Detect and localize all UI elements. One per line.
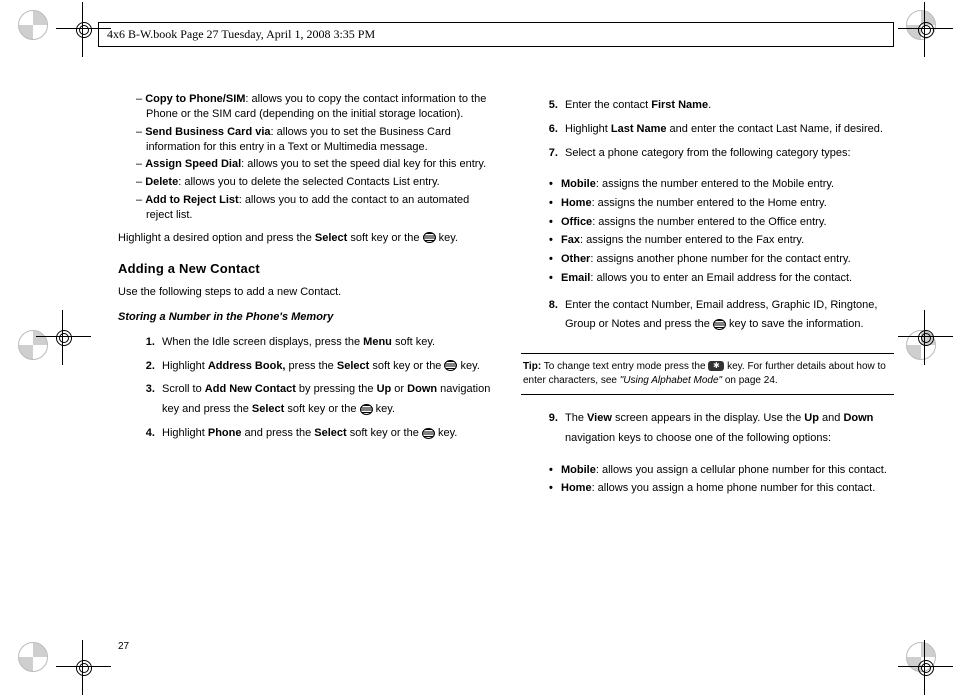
section-intro: Use the following steps to add a new Con… — [118, 284, 491, 301]
list-item: Copy to Phone/SIM: allows you to copy th… — [136, 92, 491, 122]
header-text: 4x6 B-W.book Page 27 Tuesday, April 1, 2… — [107, 27, 375, 41]
subsection-heading: Storing a Number in the Phone's Memory — [118, 311, 491, 323]
list-item: Fax: assigns the number entered to the F… — [549, 231, 894, 250]
wheel-key-icon — [423, 232, 436, 243]
steps-list-continued-2: Enter the contact Number, Email address,… — [521, 296, 894, 340]
wheel-key-icon — [422, 428, 435, 439]
document-header: 4x6 B-W.book Page 27 Tuesday, April 1, 2… — [98, 22, 894, 47]
list-item: Email: allows you to enter an Email addr… — [549, 269, 894, 288]
list-item: Mobile: allows you assign a cellular pho… — [549, 461, 894, 480]
star-key-icon: ✱ — [708, 361, 724, 371]
list-item: Home: allows you assign a home phone num… — [549, 479, 894, 498]
wheel-key-icon — [360, 404, 373, 415]
list-item: Office: assigns the number entered to th… — [549, 213, 894, 232]
list-item: Add to Reject List: allows you to add th… — [136, 193, 491, 223]
list-item: Mobile: assigns the number entered to th… — [549, 175, 894, 194]
step-item: Highlight Address Book, press the Select… — [158, 357, 491, 377]
crop-mark-icon — [18, 10, 48, 40]
wheel-key-icon — [713, 319, 726, 330]
list-item: Assign Speed Dial: allows you to set the… — [136, 157, 491, 172]
instruction-text: Highlight a desired option and press the… — [118, 230, 491, 247]
crop-mark-icon — [18, 330, 48, 360]
wheel-key-icon — [444, 360, 457, 371]
list-item: Home: assigns the number entered to the … — [549, 194, 894, 213]
step-item: The View screen appears in the display. … — [561, 409, 894, 449]
crop-mark-icon — [18, 642, 48, 672]
steps-list-continued: Enter the contact First Name. Highlight … — [521, 96, 894, 167]
step-item: Highlight Phone and press the Select sof… — [158, 424, 491, 444]
category-list: Mobile: assigns the number entered to th… — [521, 175, 894, 287]
list-item: Send Business Card via: allows you to se… — [136, 125, 491, 155]
step-item: When the Idle screen displays, press the… — [158, 333, 491, 353]
step-item: Highlight Last Name and enter the contac… — [561, 120, 894, 140]
left-column: Copy to Phone/SIM: allows you to copy th… — [118, 92, 491, 632]
step-item: Scroll to Add New Contact by pressing th… — [158, 380, 491, 420]
section-heading: Adding a New Contact — [118, 261, 491, 276]
step-item: Select a phone category from the followi… — [561, 144, 894, 164]
options-list: Copy to Phone/SIM: allows you to copy th… — [118, 92, 491, 226]
list-item: Other: assigns another phone number for … — [549, 250, 894, 269]
right-column: Enter the contact First Name. Highlight … — [521, 92, 894, 632]
step-item: Enter the contact First Name. — [561, 96, 894, 116]
steps-list: When the Idle screen displays, press the… — [118, 333, 491, 448]
page-body: Copy to Phone/SIM: allows you to copy th… — [118, 92, 894, 632]
tip-box: Tip: To change text entry mode press the… — [521, 353, 894, 395]
category-list-2: Mobile: allows you assign a cellular pho… — [521, 461, 894, 498]
step-item: Enter the contact Number, Email address,… — [561, 296, 894, 336]
page-number: 27 — [118, 641, 129, 652]
steps-list-continued-3: The View screen appears in the display. … — [521, 409, 894, 453]
list-item: Delete: allows you to delete the selecte… — [136, 175, 491, 190]
